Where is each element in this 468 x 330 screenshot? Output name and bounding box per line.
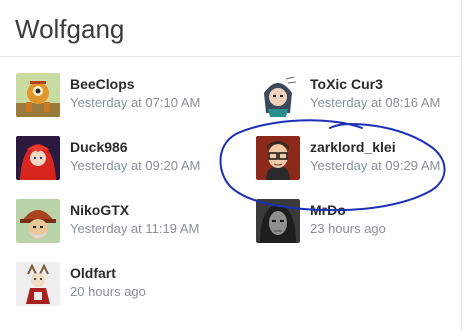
member-name[interactable]: zarklord_klei (310, 139, 396, 155)
member-item-duck986[interactable]: Duck986 Yesterday at 09:20 AM (16, 136, 216, 188)
member-timestamp: Yesterday at 09:20 AM (70, 158, 201, 173)
beeclops-avatar[interactable] (16, 73, 60, 117)
member-timestamp: Yesterday at 07:10 AM (70, 95, 201, 110)
member-timestamp: Yesterday at 08:16 AM (310, 95, 441, 110)
member-name[interactable]: NikoGTX (70, 202, 129, 218)
group-title: Wolfgang (15, 14, 125, 44)
title-divider (0, 56, 461, 57)
member-item-zarklord-klei[interactable]: zarklord_klei Yesterday at 09:29 AM (256, 136, 456, 188)
nikogtx-avatar[interactable] (16, 199, 60, 243)
member-item-nikogtx[interactable]: NikoGTX Yesterday at 11:19 AM (16, 199, 216, 251)
member-name[interactable]: BeeClops (70, 76, 135, 92)
member-timestamp: 23 hours ago (310, 221, 386, 236)
member-item-mrdo[interactable]: MrDo 23 hours ago (256, 199, 456, 251)
member-timestamp: Yesterday at 11:19 AM (70, 221, 200, 236)
member-item-toxic-cur3[interactable]: ToXic Cur3 Yesterday at 08:16 AM (256, 73, 456, 125)
member-item-oldfart[interactable]: Oldfart 20 hours ago (16, 262, 216, 314)
member-timestamp: Yesterday at 09:29 AM (310, 158, 441, 173)
member-item-beeclops[interactable]: BeeClops Yesterday at 07:10 AM (16, 73, 216, 125)
oldfart-avatar[interactable] (16, 262, 60, 306)
member-name[interactable]: Duck986 (70, 139, 128, 155)
member-name[interactable]: Oldfart (70, 265, 116, 281)
mrdo-avatar[interactable] (256, 199, 300, 243)
duck986-avatar[interactable] (16, 136, 60, 180)
toxic-cur3-avatar[interactable] (256, 73, 300, 117)
members-panel: Wolfgang BeeClops Yesterday at 07:10 AM (0, 0, 462, 330)
zarklord-klei-avatar[interactable] (256, 136, 300, 180)
member-name[interactable]: ToXic Cur3 (310, 76, 383, 92)
member-name[interactable]: MrDo (310, 202, 346, 218)
member-timestamp: 20 hours ago (70, 284, 146, 299)
